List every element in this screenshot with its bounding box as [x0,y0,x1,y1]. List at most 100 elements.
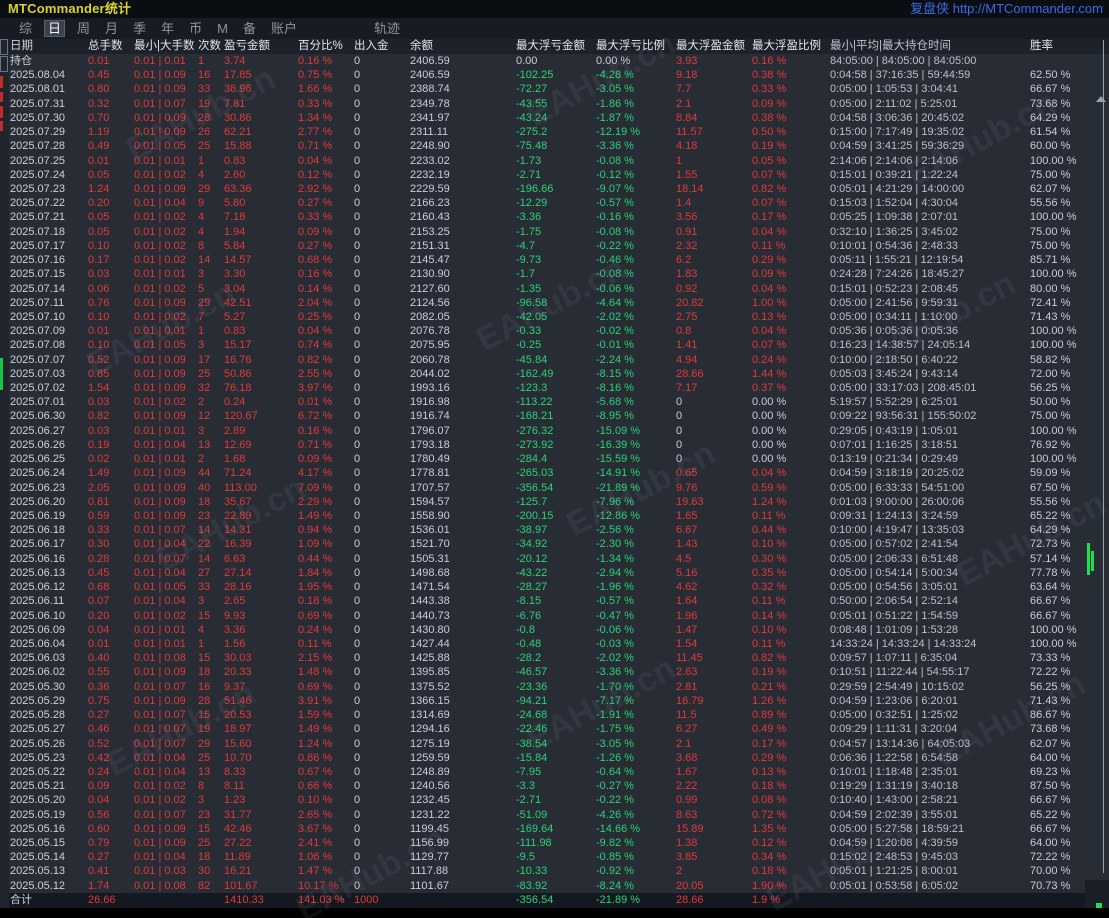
menu-item-轨迹[interactable]: 轨迹 [371,20,403,37]
table-row[interactable]: 2025.07.21 0.05 0.01 | 0.02 4 7.18 0.33 % 0 216… [0,210,1109,224]
table-row[interactable]: 2025.06.18 0.33 0.01 | 0.07 14 14.31 0.94 % 0 1… [0,523,1109,537]
table-row[interactable]: 2025.05.29 0.75 0.01 | 0.09 28 51.46 3.91 % 0 1… [0,694,1109,708]
table-row[interactable]: 持仓 0.01 0.01 | 0.01 1 3.74 0.16 % 0 2406.59 0.00… [0,54,1109,68]
cell-max-float-loss: -0.48 [516,637,542,650]
table-row[interactable]: 2025.07.08 0.10 0.01 | 0.05 3 15.17 0.74 % 0 20… [0,338,1109,352]
menu-item-币[interactable]: 币 [186,20,205,37]
menu-item-日[interactable]: 日 [44,20,66,37]
table-row[interactable]: 2025.07.01 0.03 0.01 | 0.02 2 0.24 0.01 % 0 191… [0,395,1109,409]
table-row[interactable]: 2025.07.29 1.19 0.01 | 0.09 26 62.21 2.77 % 0 2… [0,125,1109,139]
table-row[interactable]: 2025.07.11 0.76 0.01 | 0.09 29 42.51 2.04 % 0 2… [0,296,1109,310]
cell-max-float-loss: -2.71 [516,168,542,181]
column-header-date[interactable]: 日期 [10,39,88,54]
column-header-count[interactable]: 次数 [198,39,224,54]
table-row[interactable]: 2025.07.24 0.05 0.01 | 0.02 4 2.60 0.12 % 0 223… [0,168,1109,182]
table-row[interactable]: 2025.05.16 0.60 0.01 | 0.09 15 42.46 3.67 % 0 1… [0,822,1109,836]
table-row[interactable]: 2025.07.17 0.10 0.01 | 0.02 8 5.84 0.27 % 0 215… [0,239,1109,253]
table-row[interactable]: 2025.07.25 0.01 0.01 | 0.01 1 0.83 0.04 % 0 223… [0,154,1109,168]
table-row[interactable]: 2025.06.20 0.81 0.01 | 0.09 18 35.67 2.29 % 0 1… [0,495,1109,509]
table-row[interactable]: 2025.05.15 0.79 0.01 | 0.09 25 27.22 2.41 % 0 1… [0,836,1109,850]
table-row[interactable]: 2025.05.22 0.24 0.01 | 0.04 13 8.33 0.67 % 0 12… [0,765,1109,779]
table-row[interactable]: 2025.06.17 0.30 0.01 | 0.04 22 16.39 1.09 % 0 1… [0,537,1109,551]
table-row[interactable]: 2025.05.30 0.36 0.01 | 0.07 16 9.37 0.69 % 0 13… [0,680,1109,694]
column-header-min-max-lots[interactable]: 最小|大手数 [134,39,198,54]
table-row[interactable]: 2025.07.09 0.01 0.01 | 0.01 1 0.83 0.04 % 0 207… [0,324,1109,338]
website-link[interactable]: 复盘侠 http://MTCommander.com [910,0,1103,18]
menu-item-月[interactable]: 月 [102,20,121,37]
table-row[interactable]: 2025.06.12 0.68 0.01 | 0.05 33 28.16 1.95 % 0 1… [0,580,1109,594]
column-header-pl-amount[interactable]: 盈亏金额 [224,39,298,54]
table-row[interactable]: 2025.06.30 0.82 0.01 | 0.09 12 120.67 6.72 % 0… [0,409,1109,423]
cell-hold-time: 0:05:00 | 1:05:53 | 3:04:41 [830,83,959,96]
table-row[interactable]: 2025.07.31 0.32 0.01 | 0.07 19 7.81 0.33 % 0 23… [0,97,1109,111]
column-header-pl-percent[interactable]: 百分比% [298,39,354,54]
column-header-win-rate[interactable]: 胜率 [1030,39,1106,54]
menu-item-年[interactable]: 年 [158,20,177,37]
table-row[interactable]: 2025.08.01 0.80 0.01 | 0.09 33 38.96 1.66 % 0 2… [0,82,1109,96]
table-row[interactable]: 2025.07.15 0.03 0.01 | 0.01 3 3.30 0.16 % 0 213… [0,267,1109,281]
cell-max-float-loss: -276.32 [516,424,554,437]
table-row[interactable]: 2025.06.26 0.19 0.01 | 0.04 13 12.69 0.71 % 0 1… [0,438,1109,452]
table-row[interactable]: 2025.05.12 1.74 0.01 | 0.08 82 101.67 10.17 %… [0,879,1109,893]
table-row[interactable]: 2025.07.14 0.06 0.01 | 0.02 5 3.04 0.14 % 0 212… [0,282,1109,296]
table-row[interactable]: 2025.05.19 0.56 0.01 | 0.07 23 31.77 2.65 % 0 1… [0,808,1109,822]
table-row[interactable]: 2025.06.23 2.05 0.01 | 0.09 40 113.00 7.09 % 0… [0,481,1109,495]
column-header-max-float-loss[interactable]: 最大浮亏金额 [516,39,596,54]
table-row[interactable]: 2025.07.22 0.20 0.01 | 0.04 9 5.80 0.27 % 0 216… [0,196,1109,210]
cell-total-lots: 0.33 [88,524,110,537]
table-row[interactable]: 2025.07.16 0.17 0.01 | 0.02 14 14.57 0.68 % 0 2… [0,253,1109,267]
table-row[interactable]: 2025.08.04 0.45 0.01 | 0.09 16 17.85 0.75 % 0 2… [0,68,1109,82]
table-row[interactable]: 2025.07.30 0.70 0.01 | 0.09 28 30.86 1.34 % 0 2… [0,111,1109,125]
table-row[interactable]: 2025.06.19 0.59 0.01 | 0.09 23 22.89 1.49 % 0 1… [0,509,1109,523]
menu-item-综[interactable]: 综 [16,20,35,37]
table-row[interactable]: 2025.06.09 0.04 0.01 | 0.01 4 3.36 0.24 % 0 143… [0,623,1109,637]
left-scroll-button-top[interactable] [0,39,8,55]
table-row[interactable]: 2025.06.13 0.45 0.01 | 0.04 27 27.14 1.84 % 0 1… [0,566,1109,580]
column-header-hold-time[interactable]: 最小|平均|最大持仓时间 [830,39,1030,54]
table-row[interactable]: 2025.06.02 0.55 0.01 | 0.09 18 20.33 1.48 % 0 1… [0,665,1109,679]
table-row[interactable]: 2025.07.07 0.52 0.01 | 0.09 17 16.76 0.82 % 0 2… [0,353,1109,367]
table-row[interactable]: 2025.06.10 0.20 0.01 | 0.02 15 9.93 0.69 % 0 14… [0,609,1109,623]
table-row[interactable]: 2025.07.23 1.24 0.01 | 0.09 29 63.36 2.92 % 0 2… [0,182,1109,196]
menu-item-周[interactable]: 周 [74,20,93,37]
table-row[interactable]: 2025.05.13 0.41 0.01 | 0.03 30 16.21 1.47 % 0 1… [0,864,1109,878]
cell-hold-time: 0:05:01 | 1:21:25 | 8:00:01 [830,865,959,878]
menu-item-季[interactable]: 季 [130,20,149,37]
table-row[interactable]: 2025.06.11 0.07 0.01 | 0.04 3 2.65 0.18 % 0 144… [0,594,1109,608]
column-header-balance[interactable]: 余额 [410,39,516,54]
table-row[interactable]: 2025.05.27 0.46 0.01 | 0.07 19 18.97 1.49 % 0 1… [0,722,1109,736]
cell-hold-time: 0:04:57 | 13:14:36 | 64:05:03 [830,737,971,750]
table-row[interactable]: 2025.05.28 0.27 0.01 | 0.07 15 20.53 1.59 % 0 1… [0,708,1109,722]
left-scroll-button-bottom[interactable] [0,56,8,72]
table-row[interactable]: 2025.07.03 0.85 0.01 | 0.09 25 50.86 2.55 % 0 2… [0,367,1109,381]
table-row[interactable]: 2025.05.20 0.04 0.01 | 0.02 3 1.23 0.10 % 0 123… [0,793,1109,807]
cell-balance: 2145.47 [410,254,450,267]
table-row[interactable]: 2025.07.02 1.54 0.01 | 0.09 32 76.18 3.97 % 0 1… [0,381,1109,395]
column-header-total-lots[interactable]: 总手数 [88,39,134,54]
menu-item-账户[interactable]: 账户 [268,20,300,37]
menu-item-备[interactable]: 备 [240,20,259,37]
cell-deposit: 0 [354,623,361,636]
table-row[interactable]: 2025.06.27 0.03 0.01 | 0.01 3 2.89 0.16 % 0 179… [0,424,1109,438]
table-row[interactable]: 2025.06.03 0.40 0.01 | 0.08 15 30.03 2.15 % 0 1… [0,651,1109,665]
table-row[interactable]: 2025.06.25 0.02 0.01 | 0.01 2 1.68 0.09 % 0 178… [0,452,1109,466]
cell-total-lots: 0.28 [88,552,110,565]
cell-total-lots: 0.80 [88,83,110,96]
table-row[interactable]: 2025.05.21 0.09 0.01 | 0.02 8 8.11 0.66 % 0 124… [0,779,1109,793]
table-row[interactable]: 2025.07.18 0.05 0.01 | 0.02 4 1.94 0.09 % 0 215… [0,225,1109,239]
menu-item-M[interactable]: M [214,20,231,37]
table-row[interactable]: 2025.05.14 0.27 0.01 | 0.04 18 11.89 1.06 % 0 1… [0,850,1109,864]
table-row[interactable]: 2025.05.23 0.42 0.01 | 0.04 25 10.70 0.86 % 0 1… [0,751,1109,765]
column-header-max-float-profit[interactable]: 最大浮盈金额 [676,39,752,54]
table-row[interactable]: 2025.06.04 0.01 0.01 | 0.01 1 1.56 0.11 % 0 142… [0,637,1109,651]
table-row[interactable]: 2025.07.10 0.10 0.01 | 0.02 7 5.27 0.25 % 0 208… [0,310,1109,324]
table-row[interactable]: 2025.05.26 0.52 0.01 | 0.07 29 15.60 1.24 % 0 1… [0,737,1109,751]
column-header-max-float-profit-ratio[interactable]: 最大浮盈比例 [752,39,830,54]
right-scrollbar-track[interactable] [1103,40,1104,873]
table-row[interactable]: 2025.07.28 0.49 0.01 | 0.05 25 15.88 0.71 % 0 2… [0,139,1109,153]
column-header-max-float-loss-ratio[interactable]: 最大浮亏比例 [596,39,676,54]
column-header-deposit[interactable]: 出入金 [354,39,410,54]
cell-pl-percent: 7.09 % [298,481,333,494]
table-row[interactable]: 2025.06.16 0.28 0.01 | 0.07 14 6.63 0.44 % 0 15… [0,552,1109,566]
table-row[interactable]: 2025.06.24 1.49 0.01 | 0.09 44 71.24 4.17 % 0 1… [0,466,1109,480]
